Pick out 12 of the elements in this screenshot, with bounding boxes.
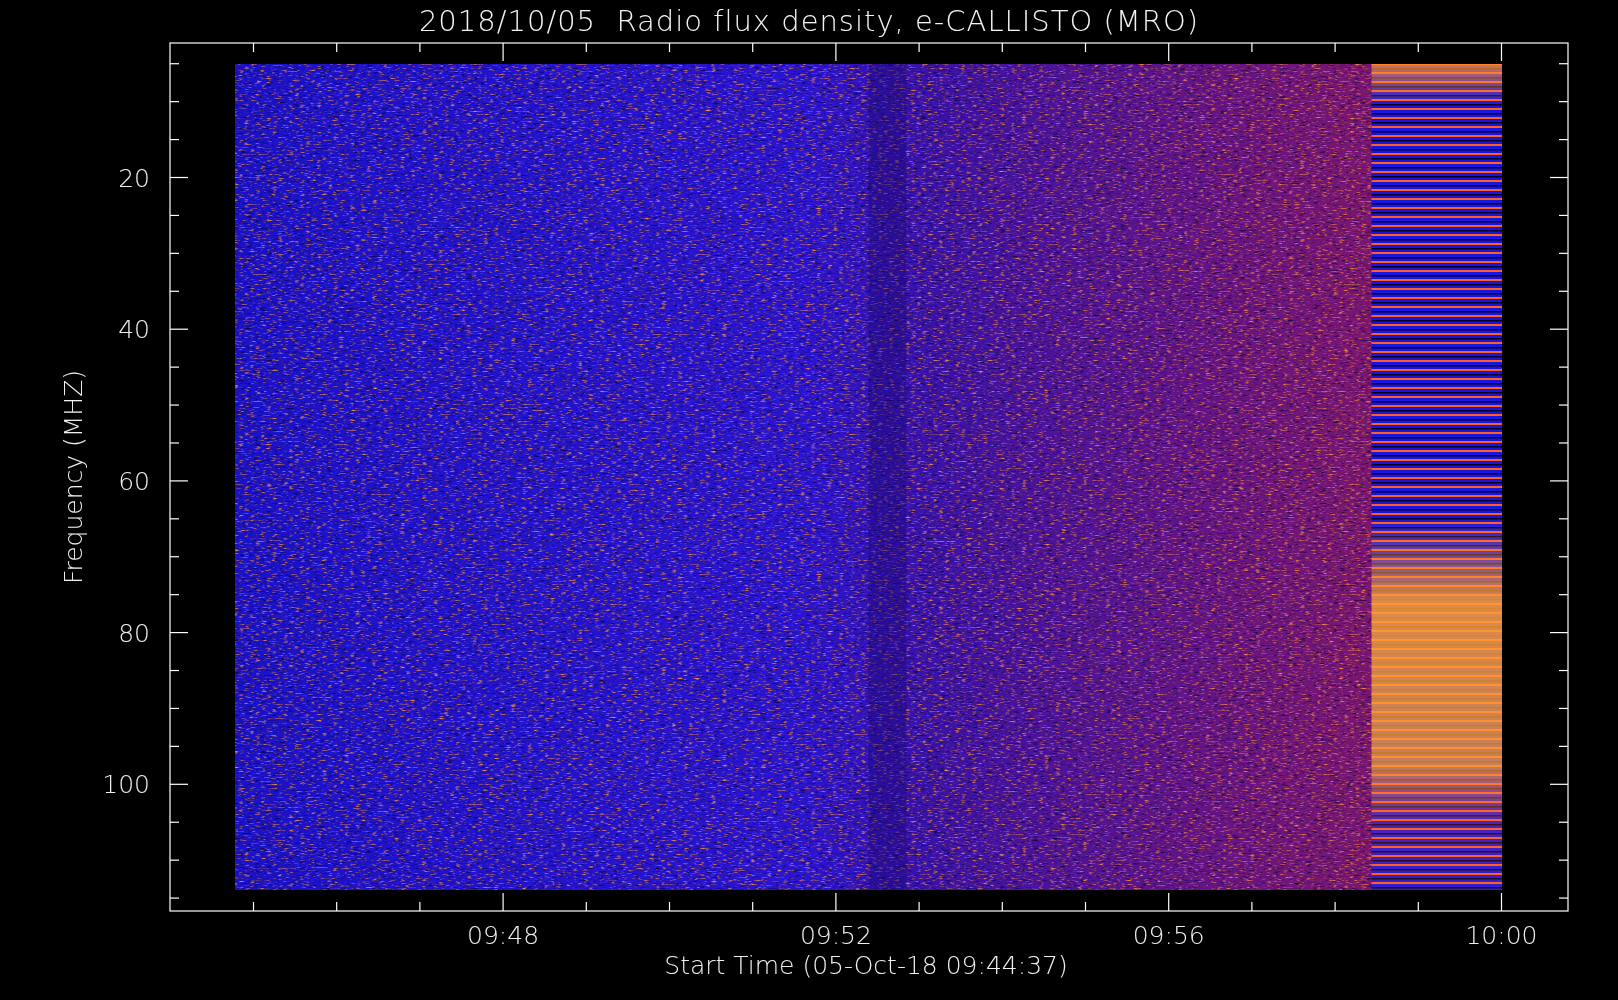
- x-tick-label: 09:48: [467, 921, 540, 950]
- x-tick-label: 09:56: [1132, 921, 1205, 950]
- y-tick-label: 100: [102, 770, 150, 800]
- y-tick-label: 80: [118, 618, 150, 648]
- chart-title: 2018/10/05 Radio flux density, e-CALLISTO (MRO): [418, 4, 1200, 38]
- y-tick-label: 60: [118, 466, 150, 496]
- y-tick-label: 20: [118, 163, 150, 193]
- x-tick-label: 09:52: [799, 921, 872, 950]
- x-axis-label: Start Time (05-Oct-18 09:44:37): [664, 951, 1068, 980]
- y-axis-label: Frequency (MHZ): [59, 369, 88, 585]
- x-tick-label: 10:00: [1465, 921, 1538, 950]
- y-tick-label: 40: [118, 315, 150, 345]
